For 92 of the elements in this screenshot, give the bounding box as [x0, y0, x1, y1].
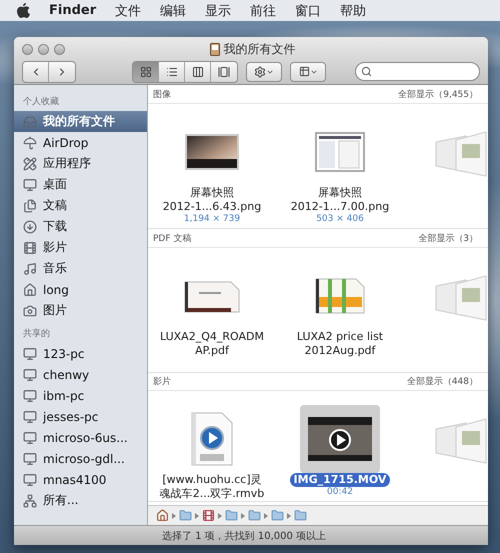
sidebar-item[interactable]: long — [14, 279, 147, 300]
menu-item[interactable]: 显示 — [205, 2, 232, 20]
monitor-icon — [23, 452, 37, 466]
section-title: PDF 文稿 — [153, 232, 192, 244]
monitor-icon — [23, 368, 37, 382]
monitor-icon — [23, 178, 37, 192]
monitor-icon — [23, 430, 37, 444]
film-icon — [23, 240, 37, 254]
gear-icon — [254, 66, 266, 78]
section-title: 影片 — [153, 376, 171, 388]
screenshot-thumbnail-icon — [315, 132, 365, 172]
app-menu[interactable]: Finder — [49, 3, 96, 18]
monitor-icon — [23, 346, 37, 360]
home-icon[interactable] — [156, 509, 169, 522]
menu-item[interactable]: 文件 — [115, 2, 142, 20]
columns-icon — [192, 66, 204, 78]
film-icon[interactable] — [202, 509, 215, 522]
sidebar-item[interactable]: 图片 — [14, 300, 147, 321]
apple-logo-icon[interactable] — [17, 3, 30, 18]
sidebar-item[interactable]: jesses-pc — [14, 406, 147, 427]
triangle-icon — [217, 512, 223, 518]
show-all-link[interactable]: 全部显示（9,455） — [398, 88, 478, 100]
sidebar-heading: 共享的 — [22, 328, 51, 341]
menu-item[interactable]: 前往 — [250, 2, 276, 20]
file-item[interactable]: LUXA2_Q4_ROADM AP.pdf — [148, 262, 276, 358]
file-item[interactable]: [www.huohu.cc]灵 魂战车2...双字.rmvb — [148, 405, 276, 501]
music-note-icon — [23, 262, 37, 276]
show-all-link[interactable]: 全部显示（448） — [406, 375, 478, 388]
chart-document-icon — [314, 277, 366, 315]
search-icon — [361, 66, 372, 77]
triangle-icon — [286, 512, 292, 518]
file-item[interactable]: LUXA2 price list 2012Aug.pdf — [276, 262, 404, 358]
video-file-icon — [190, 412, 234, 466]
tray-icon — [23, 114, 37, 128]
pencil-ruler-icon — [23, 156, 37, 170]
menu-item[interactable]: 编辑 — [160, 2, 186, 20]
file-item[interactable]: 屏幕快照 2012-1...6.43.png 1,194 × 739 — [148, 118, 276, 225]
folder-icon[interactable] — [271, 509, 284, 522]
sidebar-item[interactable]: chenwy — [14, 364, 147, 385]
action-menu-button[interactable] — [246, 62, 282, 82]
status-text: 选择了 1 项，共找到 10,000 项以上 — [162, 530, 326, 542]
umbrella-icon — [23, 136, 37, 150]
sidebar-item[interactable]: 桌面 — [14, 174, 147, 195]
show-all-link[interactable]: 全部显示（3） — [418, 232, 478, 244]
arrange-menu-button[interactable] — [290, 62, 326, 82]
sidebar-item[interactable]: AirDrop — [14, 132, 147, 153]
sidebar-item[interactable]: 我的所有文件 — [14, 111, 147, 132]
folder-icon[interactable] — [225, 509, 238, 522]
window-title: 我的所有文件 — [224, 40, 296, 58]
sidebar-item[interactable]: microso-gdl... — [14, 448, 147, 469]
zoom-button[interactable] — [54, 44, 65, 54]
monitor-icon — [23, 410, 37, 424]
sidebar-heading: 个人收藏 — [22, 96, 60, 109]
section-title: 图像 — [153, 88, 171, 100]
network-icon — [23, 494, 37, 508]
sidebar-item[interactable]: 下载 — [14, 216, 147, 237]
triangle-icon — [240, 512, 246, 518]
triangle-icon — [194, 512, 200, 518]
sidebar-item[interactable]: mnas4100 — [14, 469, 147, 490]
folder-icon[interactable] — [248, 509, 261, 522]
home-icon — [23, 282, 37, 296]
sidebar-item[interactable]: 123-pc — [14, 343, 147, 364]
file-item[interactable]: 屏幕快照 2012-1...7.00.png 503 × 406 — [276, 118, 404, 225]
video-thumbnail-icon — [308, 417, 372, 461]
monitor-icon — [23, 472, 37, 486]
grid-icon — [140, 66, 152, 78]
monitor-icon — [23, 388, 37, 402]
folder-icon[interactable] — [179, 509, 192, 522]
sidebar-item[interactable]: 所有... — [14, 490, 147, 511]
sidebar-item[interactable]: 应用程序 — [14, 153, 147, 174]
menu-item[interactable]: 窗口 — [295, 2, 322, 20]
file-item[interactable]: IMG_1715.MOV 00:42 — [276, 405, 404, 498]
close-button[interactable] — [22, 44, 33, 54]
tray-icon — [210, 42, 220, 56]
camera-icon — [23, 304, 37, 318]
menu-item[interactable]: 帮助 — [340, 2, 366, 20]
folder-icon[interactable] — [294, 509, 307, 522]
table-icon — [298, 66, 310, 77]
sidebar-item[interactable]: 文稿 — [14, 195, 147, 216]
icon-view-button[interactable] — [133, 62, 159, 82]
search-field[interactable] — [355, 62, 480, 81]
sidebar-item[interactable]: ibm-pc — [14, 385, 147, 406]
sidebar-item[interactable]: 影片 — [14, 237, 147, 258]
download-icon — [23, 220, 37, 234]
sidebar-item[interactable]: 音乐 — [14, 258, 147, 279]
sidebar-item[interactable]: microso-6us... — [14, 427, 147, 448]
minimize-button[interactable] — [38, 44, 49, 54]
photo-thumbnail-icon — [185, 134, 239, 170]
documents-icon — [23, 198, 37, 212]
triangle-icon — [263, 512, 269, 518]
triangle-icon — [171, 512, 177, 518]
gallery-icon — [218, 66, 230, 78]
